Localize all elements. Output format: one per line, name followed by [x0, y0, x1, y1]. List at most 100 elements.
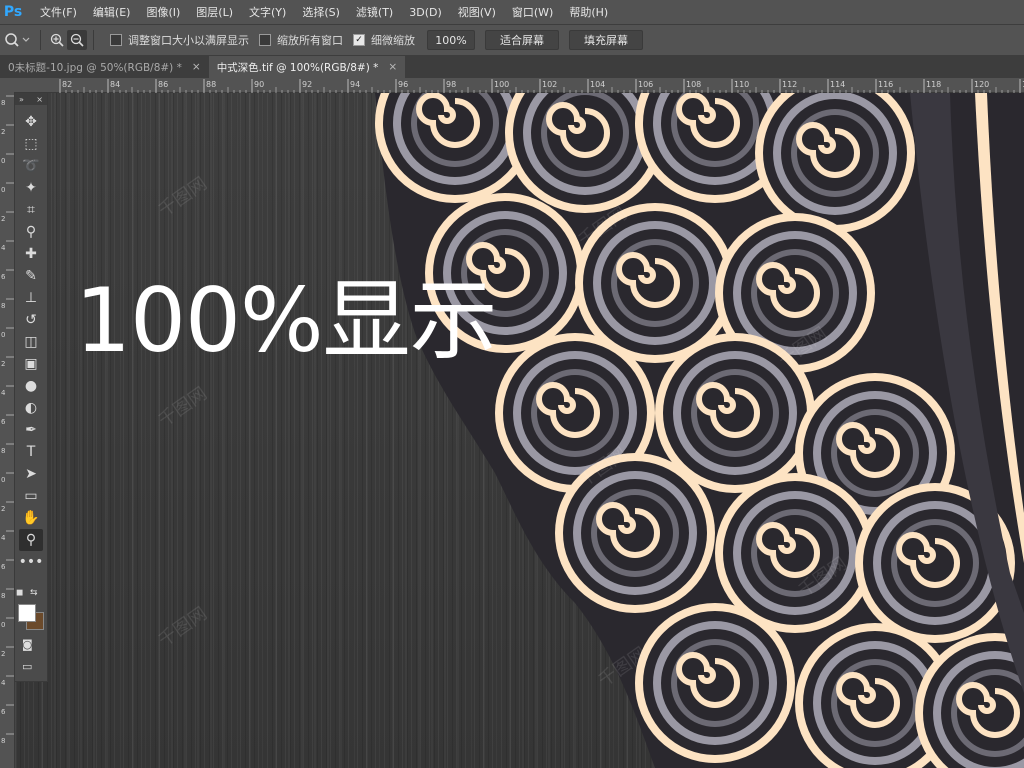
- ruler-tick-label: 4: [1, 389, 6, 397]
- tab-label: 中式深色.tif @ 100%(RGB/8#) *: [216, 61, 379, 74]
- zoom-tool-preset-icon[interactable]: [0, 29, 34, 51]
- fit-screen-button[interactable]: 适合屏幕: [485, 30, 559, 50]
- ruler-tick-label: 6: [1, 563, 6, 571]
- clone-stamp-tool-icon[interactable]: ⊥: [19, 287, 43, 309]
- ruler-tick-label: 110: [734, 80, 749, 89]
- tab-label: 0未标题-10.jpg @ 50%(RGB/8#) *: [8, 61, 182, 74]
- zoom-in-icon[interactable]: [47, 30, 67, 50]
- marquee-tool-icon[interactable]: ⬚: [19, 133, 43, 155]
- zoom-all-windows-checkbox[interactable]: 缩放所有窗口: [259, 32, 343, 48]
- tab-document-2[interactable]: 中式深色.tif @ 100%(RGB/8#) * ×: [208, 56, 406, 78]
- zoom-out-icon[interactable]: [67, 30, 87, 50]
- ruler-tick-label: 8: [1, 737, 5, 745]
- menu-edit[interactable]: 编辑(E): [85, 4, 139, 20]
- collapse-icon[interactable]: »: [19, 95, 24, 104]
- menu-help[interactable]: 帮助(H): [561, 4, 616, 20]
- document-canvas[interactable]: 100%显示 千图网 千图网 千图网 千图网 千图网 千图网 千图网 千图网: [15, 93, 1024, 768]
- menu-select[interactable]: 选择(S): [294, 4, 348, 20]
- ruler-tick-label: 112: [782, 80, 797, 89]
- tool-list: ✥ ⬚ ➰ ✦ ⌗ ⚲ ✚ ✎ ⊥ ↺ ◫ ▣ ● ◐ ✒ T ➤ ▭ ✋ ⚲ …: [15, 105, 47, 573]
- ruler-tick-label: 0: [1, 476, 5, 484]
- menu-image[interactable]: 图像(I): [138, 4, 188, 20]
- history-brush-tool-icon[interactable]: ↺: [19, 309, 43, 331]
- close-icon[interactable]: ×: [36, 95, 43, 104]
- separator: [93, 30, 94, 50]
- ruler-tick-label: 86: [158, 80, 168, 89]
- ps-logo-icon[interactable]: Ps: [2, 3, 24, 21]
- healing-brush-tool-icon[interactable]: ✚: [19, 243, 43, 265]
- rectangle-tool-icon[interactable]: ▭: [19, 485, 43, 507]
- ruler-tick-label: 118: [926, 80, 941, 89]
- menu-filter[interactable]: 滤镜(T): [348, 4, 401, 20]
- scrubby-zoom-checkbox[interactable]: ✓ 细微缩放: [353, 32, 415, 48]
- swap-colors-icon[interactable]: ⇆: [30, 588, 38, 598]
- menu-layer[interactable]: 图层(L): [188, 4, 241, 20]
- ruler-tick-label: 6: [1, 708, 6, 716]
- checkbox-box[interactable]: [259, 34, 271, 46]
- menu-file[interactable]: 文件(F): [32, 4, 85, 20]
- menu-bar: Ps 文件(F) 编辑(E) 图像(I) 图层(L) 文字(Y) 选择(S) 滤…: [0, 0, 1024, 24]
- photoshop-window: Ps 文件(F) 编辑(E) 图像(I) 图层(L) 文字(Y) 选择(S) 滤…: [0, 0, 1024, 768]
- ruler-tick-label: 106: [638, 80, 653, 89]
- fill-screen-button[interactable]: 填充屏幕: [569, 30, 643, 50]
- scrubby-zoom-label: 细微缩放: [371, 34, 415, 47]
- ruler-tick-label: 98: [446, 80, 456, 89]
- quick-mask-icon[interactable]: ◙: [22, 638, 33, 651]
- menu-3d[interactable]: 3D(D): [401, 6, 450, 19]
- ruler-tick-label: 8: [1, 99, 5, 107]
- ruler-tick-label: 8: [1, 592, 5, 600]
- ruler-top[interactable]: 82 84 86 88 90 92 94 96 98 100 102 104 106 108 110 112 1…: [0, 78, 1024, 93]
- close-icon[interactable]: ×: [388, 61, 397, 73]
- tab-document-1[interactable]: 0未标题-10.jpg @ 50%(RGB/8#) * ×: [0, 56, 209, 78]
- ruler-tick-label: 8: [1, 447, 5, 455]
- ruler-tick-label: 4: [1, 244, 6, 252]
- ruler-tick-label: 2: [1, 505, 5, 513]
- ruler-tick-label: 6: [1, 273, 6, 281]
- foreground-color-swatch[interactable]: [18, 604, 36, 622]
- screen-mode-icon[interactable]: ▭: [22, 660, 32, 673]
- lasso-tool-icon[interactable]: ➰: [19, 155, 43, 177]
- path-selection-tool-icon[interactable]: ➤: [19, 463, 43, 485]
- type-tool-icon[interactable]: T: [19, 441, 43, 463]
- cloud-pattern-artwork: [15, 93, 1024, 768]
- zoom-tool-icon[interactable]: ⚲: [19, 529, 43, 551]
- ruler-left-ticks: 8 2 0 0 2 4 6 8 0 2 4 6 8 0 2 4 6 8 0 2 4 6 8: [1, 95, 14, 745]
- tools-panel-header[interactable]: » ×: [15, 93, 47, 105]
- checkbox-box[interactable]: [110, 34, 122, 46]
- zoom-value-field[interactable]: 100%: [427, 30, 475, 50]
- ruler-tick-label: 4: [1, 534, 6, 542]
- separator: [40, 30, 41, 50]
- ruler-tick-label: 116: [878, 80, 893, 89]
- crop-tool-icon[interactable]: ⌗: [19, 199, 43, 221]
- more-tools-icon[interactable]: •••: [19, 551, 44, 573]
- move-tool-icon[interactable]: ✥: [19, 111, 43, 133]
- ruler-left[interactable]: 8 2 0 0 2 4 6 8 0 2 4 6 8 0 2 4 6 8 0 2 4 6 8: [0, 92, 15, 768]
- checkbox-checked-box[interactable]: ✓: [353, 34, 365, 46]
- ruler-tick-label: 0: [1, 186, 5, 194]
- menu-window[interactable]: 窗口(W): [504, 4, 561, 20]
- hand-tool-icon[interactable]: ✋: [19, 507, 43, 529]
- pen-tool-icon[interactable]: ✒: [19, 419, 43, 441]
- eraser-tool-icon[interactable]: ◫: [19, 331, 43, 353]
- gradient-tool-icon[interactable]: ▣: [19, 353, 43, 375]
- ruler-tick-label: 100: [494, 80, 509, 89]
- dodge-tool-icon[interactable]: ◐: [19, 397, 43, 419]
- ruler-tick-label: 0: [1, 331, 5, 339]
- menu-view[interactable]: 视图(V): [450, 4, 504, 20]
- blur-tool-icon[interactable]: ●: [19, 375, 43, 397]
- default-colors-icon[interactable]: ◼: [16, 588, 23, 598]
- menu-type[interactable]: 文字(Y): [241, 4, 294, 20]
- ruler-tick-label: 108: [686, 80, 701, 89]
- ruler-tick-label: 90: [254, 80, 264, 89]
- close-icon[interactable]: ×: [192, 61, 201, 73]
- resize-windows-checkbox[interactable]: 调整窗口大小以满屏显示: [110, 32, 249, 48]
- ruler-tick-label: 114: [830, 80, 845, 89]
- ruler-tick-label: 8: [1, 302, 5, 310]
- brush-tool-icon[interactable]: ✎: [19, 265, 43, 287]
- ruler-tick-label: 96: [398, 80, 408, 89]
- ruler-tick-label: 2: [1, 215, 5, 223]
- ruler-tick-label: 102: [542, 80, 557, 89]
- ruler-tick-label: 2: [1, 128, 5, 136]
- magic-wand-tool-icon[interactable]: ✦: [19, 177, 43, 199]
- eyedropper-tool-icon[interactable]: ⚲: [19, 221, 43, 243]
